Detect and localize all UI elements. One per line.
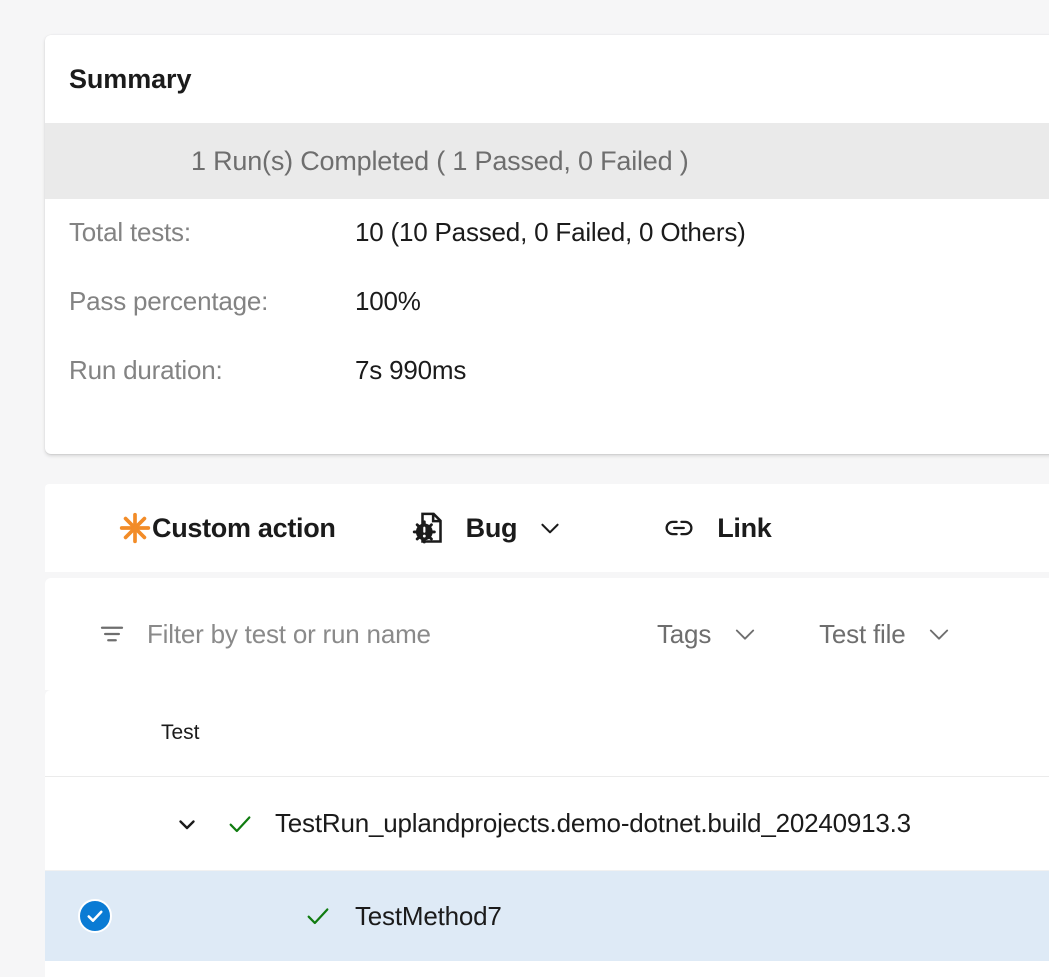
summary-stats-list: Total tests: 10 (10 Passed, 0 Failed, 0 … — [45, 199, 1049, 454]
test-file-dropdown-label: Test file — [819, 619, 905, 650]
stat-value: 7s 990ms — [355, 355, 466, 386]
summary-header: Summary — [45, 35, 1049, 123]
tags-dropdown[interactable]: Tags — [657, 619, 759, 650]
link-label: Link — [717, 513, 771, 544]
sparkle-asterisk-icon — [118, 511, 152, 545]
chevron-down-icon — [925, 620, 953, 648]
filter-input[interactable] — [147, 619, 617, 650]
green-check-icon — [301, 902, 335, 930]
test-method-name: TestMethod7 — [355, 901, 502, 932]
test-file-dropdown[interactable]: Test file — [819, 619, 953, 650]
custom-action-label: Custom action — [152, 513, 336, 544]
column-header-test: Test — [161, 721, 200, 745]
chevron-down-icon[interactable] — [537, 515, 563, 541]
checked-circle-icon[interactable] — [78, 899, 112, 933]
link-icon — [663, 512, 695, 544]
link-button[interactable]: Link — [663, 500, 771, 556]
bug-work-item-icon — [412, 510, 448, 546]
page-title: Summary — [69, 64, 191, 95]
stat-value: 100% — [355, 286, 421, 317]
stat-value: 10 (10 Passed, 0 Failed, 0 Others) — [355, 217, 746, 248]
stat-label: Pass percentage: — [45, 286, 355, 317]
test-run-name: TestRun_uplandprojects.demo-dotnet.build… — [275, 808, 911, 839]
bug-button[interactable]: Bug — [412, 500, 564, 556]
filter-icon[interactable] — [97, 619, 127, 649]
green-check-icon — [223, 810, 257, 838]
stat-label: Run duration: — [45, 355, 355, 386]
run-status-text: 1 Run(s) Completed ( 1 Passed, 0 Failed … — [191, 146, 689, 177]
stat-row-run-duration: Run duration: 7s 990ms — [45, 355, 1049, 424]
stat-row-pass-percentage: Pass percentage: 100% — [45, 286, 1049, 355]
table-row[interactable]: TestRun_uplandprojects.demo-dotnet.build… — [45, 777, 1049, 871]
table-row[interactable]: TestMethod7 — [45, 871, 1049, 961]
test-results-table: Test TestRun_uplandprojects.demo-dotnet.… — [45, 690, 1049, 977]
bug-label: Bug — [466, 513, 518, 544]
action-toolbar: Custom action — [45, 484, 1049, 572]
table-header-row: Test — [45, 690, 1049, 777]
run-status-banner: 1 Run(s) Completed ( 1 Passed, 0 Failed … — [45, 123, 1049, 199]
filter-bar: Tags Test file — [45, 578, 1049, 690]
summary-card: Summary 1 Run(s) Completed ( 1 Passed, 0… — [45, 35, 1049, 454]
custom-action-button[interactable]: Custom action — [118, 500, 336, 556]
row-selection-cell — [45, 899, 145, 933]
filter-input-group — [97, 619, 617, 650]
chevron-down-icon[interactable] — [169, 812, 205, 836]
stat-row-total-tests: Total tests: 10 (10 Passed, 0 Failed, 0 … — [45, 217, 1049, 286]
tags-dropdown-label: Tags — [657, 619, 711, 650]
chevron-down-icon — [731, 620, 759, 648]
stat-label: Total tests: — [45, 217, 355, 248]
